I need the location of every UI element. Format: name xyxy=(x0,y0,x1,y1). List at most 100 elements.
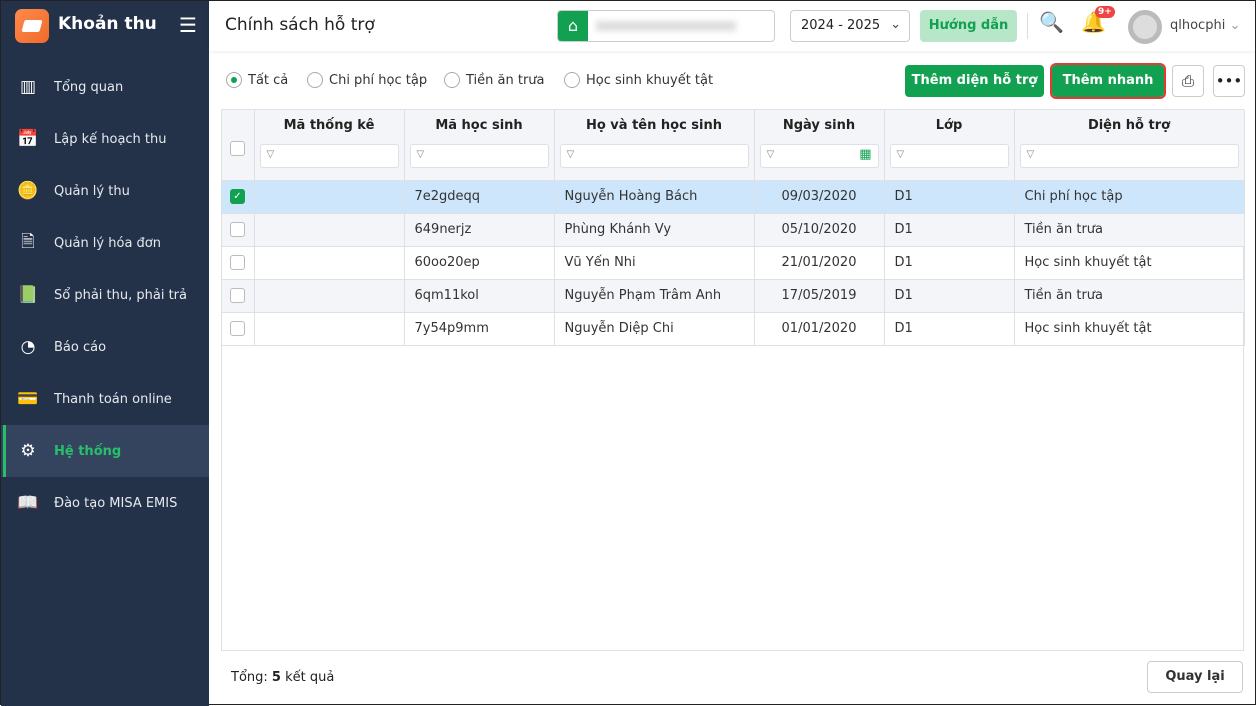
row-checkbox[interactable] xyxy=(230,222,245,237)
table-row[interactable]: 6qm11kol Nguyễn Phạm Trâm Anh 17/05/2019 D1… xyxy=(222,279,1245,313)
filter-lunch[interactable]: Tiền ăn trưa xyxy=(444,72,545,88)
row-checkbox[interactable]: ✓ xyxy=(230,189,245,204)
row-select-cell xyxy=(222,246,255,280)
select-all-checkbox[interactable] xyxy=(230,141,246,157)
user-menu[interactable]: qlhocphi ⌄ xyxy=(1170,18,1240,33)
row-checkbox[interactable] xyxy=(230,288,245,303)
row-select-cell: ✓ xyxy=(222,180,255,214)
avatar[interactable] xyxy=(1128,10,1162,44)
column-filter-input[interactable]: ▽ xyxy=(259,144,399,168)
home-icon: ⌂ xyxy=(558,11,588,41)
radio-icon xyxy=(307,72,323,88)
sidebar-item[interactable]: 💳 Thanh toán online xyxy=(1,373,209,425)
cell-class: D1 xyxy=(884,180,1015,214)
row-checkbox[interactable] xyxy=(230,255,245,270)
cell-stat xyxy=(254,279,405,313)
sidebar-item[interactable]: 🪙 Quản lý thu xyxy=(1,165,209,217)
sidebar-item[interactable]: 🗎 Quản lý hóa đơn xyxy=(1,217,209,269)
column-title: Họ và tên học sinh xyxy=(585,118,723,133)
column-title: Lớp xyxy=(935,118,963,133)
table-row[interactable]: 7y54p9mm Nguyễn Diệp Chi 01/01/2020 D1 Học s… xyxy=(222,312,1245,346)
sidebar-item-label: Tổng quan xyxy=(54,79,124,95)
sidebar-item[interactable]: 📅 Lập kế hoạch thu xyxy=(1,113,209,165)
cell-name: Phùng Khánh Vy xyxy=(554,213,755,247)
data-grid: Mã thống kê ▽ Mã học sinh ▽ Họ và tên học si… xyxy=(221,109,1245,651)
search-chart-icon[interactable]: 🔍 xyxy=(1039,10,1064,34)
filter-disability[interactable]: Học sinh khuyết tật xyxy=(564,72,713,88)
column-filter-input[interactable]: ▽ xyxy=(889,144,1009,168)
year-value: 2024 - 2025 xyxy=(801,18,881,33)
year-select[interactable]: 2024 - 2025 ⌄ xyxy=(790,10,910,42)
sidebar-item[interactable]: ⚙ Hệ thống xyxy=(1,425,209,477)
cell-name: Nguyễn Hoàng Bách xyxy=(554,180,755,214)
column-header: Lớp ▽ xyxy=(884,110,1015,181)
filter-icon: ▽ xyxy=(896,149,905,160)
cell-class: D1 xyxy=(884,246,1015,280)
cell-code: 7e2gdeqq xyxy=(404,180,555,214)
column-header: Ngày sinh ▽ ▦ xyxy=(754,110,885,181)
quick-add-button[interactable]: Thêm nhanh xyxy=(1050,63,1166,99)
sidebar-item-label: Quản lý hóa đơn xyxy=(54,235,161,251)
sidebar-item[interactable]: ▥ Tổng quan xyxy=(1,61,209,113)
filter-icon: ▽ xyxy=(416,149,425,160)
cell-name: Nguyễn Phạm Trâm Anh xyxy=(554,279,755,313)
radio-label: Tất cả xyxy=(248,72,289,88)
table-row[interactable]: 649nerjz Phùng Khánh Vy 05/10/2020 D1 Tiền ă… xyxy=(222,213,1245,247)
filter-all[interactable]: Tất cả xyxy=(226,72,288,88)
sidebar: Khoản thu ☰ ▥ Tổng quan 📅 Lập kế hoạch thu 🪙… xyxy=(1,1,209,706)
filter-icon: ▽ xyxy=(1026,149,1035,160)
back-button[interactable]: Quay lại xyxy=(1147,661,1243,693)
column-filter-input[interactable]: ▽ ▦ xyxy=(759,144,879,168)
row-checkbox[interactable] xyxy=(230,321,245,336)
column-filter-input[interactable]: ▽ xyxy=(409,144,549,168)
cell-class: D1 xyxy=(884,213,1015,247)
cell-stat xyxy=(254,180,405,214)
sidebar-item[interactable]: 📗 Sổ phải thu, phải trả xyxy=(1,269,209,321)
add-support-type-button[interactable]: Thêm diện hỗ trợ xyxy=(905,65,1044,97)
sidebar-item[interactable]: ◔ Báo cáo xyxy=(1,321,209,373)
select-all-cell xyxy=(222,110,255,181)
username: qlhocphi xyxy=(1170,18,1226,33)
filter-icon: ▽ xyxy=(766,149,775,160)
cell-code: 60oo20ep xyxy=(404,246,555,280)
header: Chính sách hỗ trợ ⌂ 2024 - 2025 ⌄ Hướng d… xyxy=(209,1,1255,51)
sidebar-item-label: Lập kế hoạch thu xyxy=(54,131,167,147)
column-title: Mã học sinh xyxy=(435,118,523,133)
cell-dob: 21/01/2020 xyxy=(754,246,885,280)
table-row[interactable]: 60oo20ep Vũ Yến Nhi 21/01/2020 D1 Học sinh k… xyxy=(222,246,1245,280)
sidebar-item-label: Sổ phải thu, phải trả xyxy=(54,287,187,303)
print-icon[interactable]: ⎙ xyxy=(1172,65,1204,97)
sidebar-item-label: Hệ thống xyxy=(54,443,122,459)
sidebar-item[interactable]: 📖 Đào tạo MISA EMIS xyxy=(1,477,209,529)
page-title: Chính sách hỗ trợ xyxy=(225,15,375,35)
radio-label: Học sinh khuyết tật xyxy=(586,72,714,88)
cell-class: D1 xyxy=(884,312,1015,346)
table-row[interactable]: ✓ 7e2gdeqq Nguyễn Hoàng Bách 09/03/2020 D1 Ch… xyxy=(222,180,1245,214)
cell-dob: 05/10/2020 xyxy=(754,213,885,247)
cell-type: Học sinh khuyết tật xyxy=(1014,312,1245,346)
sidebar-item-label: Đào tạo MISA EMIS xyxy=(54,495,178,511)
column-header: Mã học sinh ▽ xyxy=(404,110,555,181)
column-filter-input[interactable]: ▽ xyxy=(559,144,749,168)
more-icon[interactable]: ••• xyxy=(1213,65,1245,97)
school-selector[interactable]: ⌂ xyxy=(557,10,775,42)
calendar-icon[interactable]: ▦ xyxy=(859,147,871,162)
cell-code: 7y54p9mm xyxy=(404,312,555,346)
app-logo xyxy=(15,9,49,43)
column-filter-input[interactable]: ▽ xyxy=(1019,144,1239,168)
notification-badge: 9+ xyxy=(1095,6,1115,18)
column-header: Họ và tên học sinh ▽ xyxy=(554,110,755,181)
sidebar-item-label: Báo cáo xyxy=(54,339,107,355)
column-header: Diện hỗ trợ ▽ xyxy=(1014,110,1245,181)
filter-study-cost[interactable]: Chi phí học tập xyxy=(307,72,427,88)
total-count: Tổng: 5 kết quả xyxy=(231,670,335,685)
column-title: Diện hỗ trợ xyxy=(1087,118,1171,133)
cell-stat xyxy=(254,213,405,247)
cell-code: 6qm11kol xyxy=(404,279,555,313)
filter-icon: ▽ xyxy=(566,149,575,160)
guide-button[interactable]: Hướng dẫn xyxy=(920,10,1017,42)
footer: Tổng: 5 kết quả Quay lại xyxy=(209,651,1255,706)
card-check-icon: 💳 xyxy=(17,389,39,409)
gear-icon: ⚙ xyxy=(20,441,36,461)
menu-icon[interactable]: ☰ xyxy=(179,13,197,37)
